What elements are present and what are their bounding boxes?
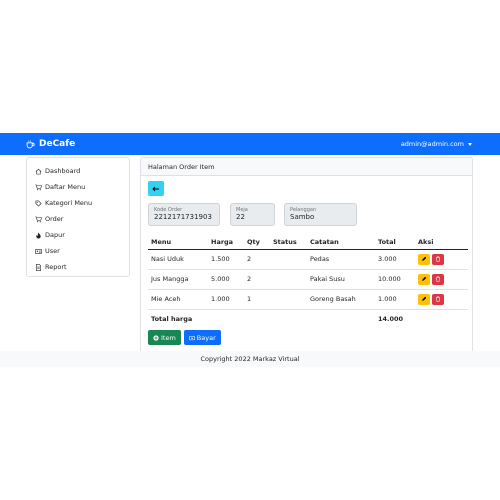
column-header: Harga — [208, 235, 244, 250]
sidebar-item-label: Report — [45, 263, 67, 271]
cell-catatan: Goreng Basah — [307, 289, 375, 310]
table-row: Nasi Uduk 1.500 2 Pedas 3.000 — [148, 249, 468, 270]
caret-down-icon — [468, 142, 472, 146]
delete-button[interactable] — [432, 273, 444, 285]
column-header: Total — [375, 235, 415, 250]
card-header: Halaman Order Item — [141, 158, 472, 176]
sidebar-item-label: User — [45, 247, 60, 255]
sidebar-item-dashboard[interactable]: Dashboard — [27, 163, 129, 179]
delete-button[interactable] — [432, 293, 444, 305]
total-value: 14.000 — [378, 315, 404, 324]
cell-catatan: Pakai Susu — [307, 269, 375, 290]
trash-icon — [436, 296, 440, 302]
plus-circle-icon — [153, 334, 159, 341]
pencil-icon — [422, 296, 427, 301]
copyright-text: Copyright 2022 Markaz Virtual — [200, 355, 300, 363]
cell-aksi — [415, 269, 468, 290]
cell-menu: Mie Aceh — [148, 289, 208, 310]
coffee-cup-icon — [26, 140, 35, 148]
cell-aksi — [415, 249, 468, 270]
table-row: Mie Aceh 1.000 1 Goreng Basah 1.000 — [148, 289, 468, 310]
cell-total: 3.000 — [375, 249, 415, 270]
column-header: Menu — [148, 235, 208, 250]
total-row: Total harga 14.000 — [148, 309, 468, 329]
document-icon — [36, 263, 41, 271]
sidebar: Dashboard Daftar Menu Kategori Menu Orde… — [26, 157, 130, 277]
cell-status — [270, 249, 307, 270]
cell-menu: Nasi Uduk — [148, 249, 208, 270]
id-card-icon — [35, 248, 42, 254]
trash-icon — [436, 276, 440, 282]
order-items-table: Menu Harga Qty Status Catatan Total Aksi… — [148, 235, 468, 329]
navbar: DeCafe admin@admin.com — [0, 133, 500, 155]
bayar-button[interactable]: Bayar — [183, 330, 221, 345]
cell-total: 10.000 — [375, 269, 415, 290]
meja-field: Meja 22 — [230, 203, 275, 226]
sidebar-item-label: Dashboard — [45, 167, 81, 175]
fire-icon — [36, 231, 41, 239]
tag-icon — [35, 200, 42, 207]
cell-menu: Jus Mangga — [148, 269, 208, 290]
column-header: Qty — [244, 235, 270, 250]
cell-harga: 5.000 — [208, 269, 244, 290]
sidebar-item-report[interactable]: Report — [27, 259, 129, 275]
sidebar-item-label: Kategori Menu — [45, 199, 93, 207]
order-item-card: Halaman Order Item Kode Order 2212171731… — [140, 157, 473, 353]
cart-icon — [35, 184, 42, 190]
add-item-label: Item — [161, 333, 176, 342]
edit-button[interactable] — [418, 273, 430, 285]
sidebar-item-dapur[interactable]: Dapur — [27, 227, 129, 243]
edit-button[interactable] — [418, 253, 430, 265]
trash-icon — [436, 256, 440, 262]
action-buttons: Item Bayar — [148, 330, 221, 345]
cash-icon — [188, 335, 195, 340]
cart-icon — [35, 216, 42, 222]
brand[interactable]: DeCafe — [26, 139, 75, 149]
kode-order-field: Kode Order 2212171731903 — [148, 203, 220, 226]
cell-qty: 1 — [244, 289, 270, 310]
bayar-label: Bayar — [196, 333, 216, 342]
sidebar-item-user[interactable]: User — [27, 243, 129, 259]
column-header: Catatan — [307, 235, 375, 250]
user-email: admin@admin.com — [400, 140, 464, 148]
table-row: Jus Mangga 5.000 2 Pakai Susu 10.000 — [148, 269, 468, 290]
sidebar-item-label: Order — [45, 215, 64, 223]
meja-value: 22 — [236, 213, 245, 221]
cell-catatan: Pedas — [307, 249, 375, 270]
column-header: Aksi — [415, 235, 468, 250]
pelanggan-value: Sambo — [290, 213, 315, 221]
back-button[interactable] — [148, 181, 164, 196]
sidebar-item-label: Daftar Menu — [45, 183, 86, 191]
cell-qty: 2 — [244, 269, 270, 290]
pencil-icon — [422, 276, 427, 281]
add-item-button[interactable]: Item — [148, 330, 181, 345]
table-header-row: Menu Harga Qty Status Catatan Total Aksi — [148, 235, 468, 250]
cell-harga: 1.500 — [208, 249, 244, 270]
kode-order-value: 2212171731903 — [154, 213, 212, 221]
cell-harga: 1.000 — [208, 289, 244, 310]
total-label: Total harga — [151, 315, 193, 324]
cell-status — [270, 289, 307, 310]
user-menu-dropdown[interactable]: admin@admin.com — [401, 140, 472, 148]
column-header: Status — [270, 235, 307, 250]
sidebar-item-daftar-menu[interactable]: Daftar Menu — [27, 179, 129, 195]
delete-button[interactable] — [432, 253, 444, 265]
cell-status — [270, 269, 307, 290]
cell-aksi — [415, 289, 468, 310]
home-icon — [35, 168, 42, 174]
edit-button[interactable] — [418, 293, 430, 305]
sidebar-item-kategori-menu[interactable]: Kategori Menu — [27, 195, 129, 211]
pencil-icon — [422, 256, 427, 261]
cell-qty: 2 — [244, 249, 270, 270]
footer: Copyright 2022 Markaz Virtual — [0, 351, 500, 367]
sidebar-item-order[interactable]: Order — [27, 211, 129, 227]
arrow-left-icon — [152, 186, 159, 191]
cell-total: 1.000 — [375, 289, 415, 310]
brand-label: DeCafe — [39, 139, 76, 149]
sidebar-item-label: Dapur — [45, 231, 65, 239]
pelanggan-field: Pelanggan Sambo — [284, 203, 357, 226]
